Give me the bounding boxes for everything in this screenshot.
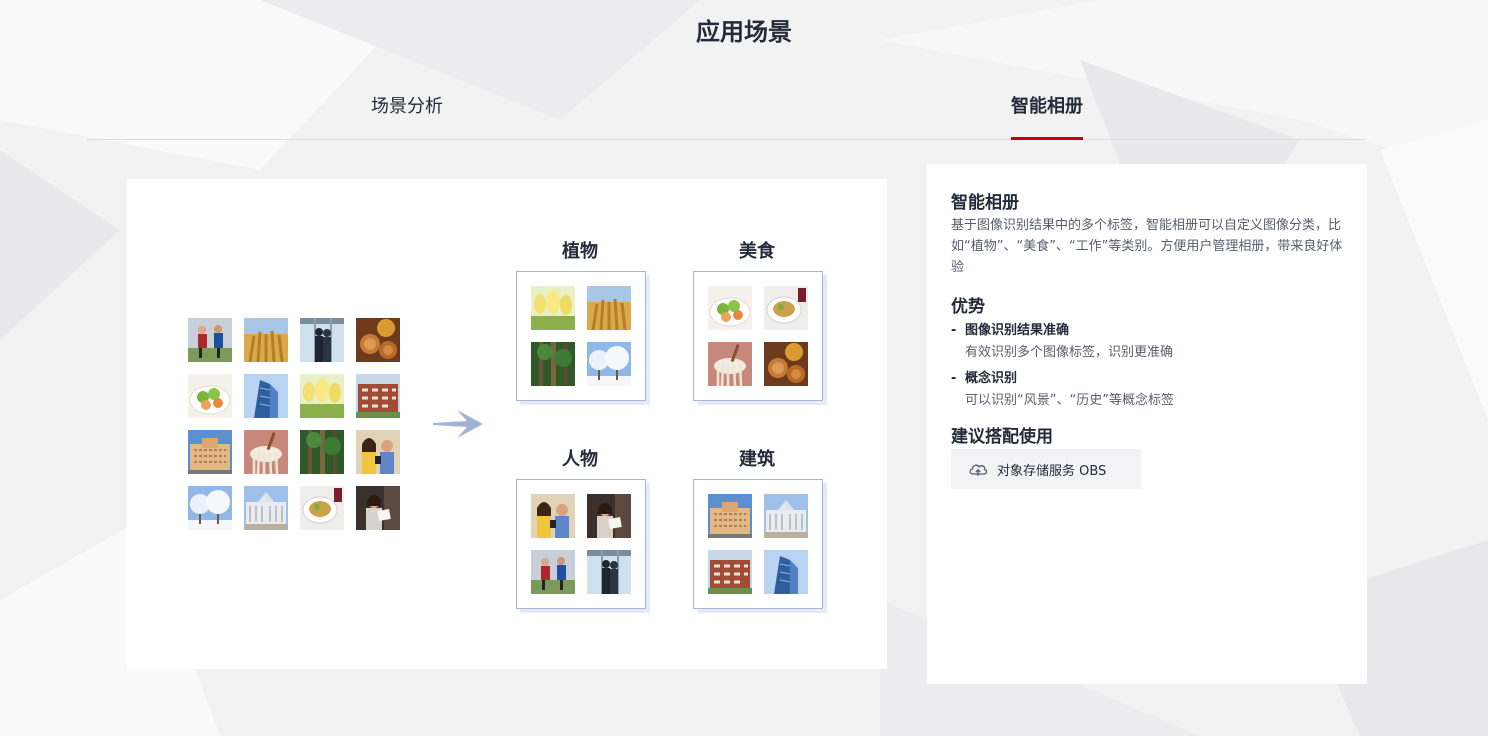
photo-thumbnail <box>356 486 400 530</box>
photo-thumbnail <box>356 318 400 362</box>
product-label: 对象存储服务 OBS <box>997 463 1107 479</box>
category-people <box>516 479 646 609</box>
photo-thumbnail <box>244 318 288 362</box>
detail-panel: 智能相册 基于图像识别结果中的多个标签，智能相册可以自定义图像分类，比如“植物”… <box>927 164 1367 684</box>
advantage-desc: 有效识别多个图像标签，识别更准确 <box>965 345 1174 360</box>
photo-thumbnail <box>188 430 232 474</box>
photo-thumbnail <box>300 318 344 362</box>
tab-smart-album[interactable]: 智能相册 <box>1011 84 1083 140</box>
photo-thumbnail <box>587 550 631 594</box>
photo-thumbnail <box>244 486 288 530</box>
arrow-right-icon <box>433 410 483 438</box>
photo-thumbnail <box>587 286 631 330</box>
photo-thumbnail <box>587 494 631 538</box>
photo-thumbnail <box>188 318 232 362</box>
photo-thumbnail <box>244 374 288 418</box>
photo-thumbnail <box>300 486 344 530</box>
photo-thumbnail <box>764 494 808 538</box>
dash-icon: - <box>951 323 957 338</box>
photo-thumbnail <box>531 286 575 330</box>
tab-scene-analysis[interactable]: 场景分析 <box>371 84 443 139</box>
advantage-title-text: 图像识别结果准确 <box>965 323 1070 338</box>
photo-thumbnail <box>356 430 400 474</box>
product-obs-button[interactable]: 对象存储服务 OBS <box>951 449 1141 489</box>
advantage-title: - 图像识别结果准确 <box>951 319 1069 338</box>
photo-thumbnail <box>708 494 752 538</box>
section-title: 应用场景 <box>696 18 792 46</box>
panel-title: 智能相册 <box>951 193 1019 213</box>
scenario-tabs: 场景分析 智能相册 <box>87 84 1366 140</box>
advantages-title: 优势 <box>951 297 985 317</box>
category-title: 建筑 <box>739 449 775 470</box>
photo-thumbnail <box>300 374 344 418</box>
photo-thumbnail <box>587 342 631 386</box>
cloud-upload-icon <box>969 464 988 476</box>
category-title: 植物 <box>562 241 598 262</box>
category-plants <box>516 271 646 401</box>
photo-thumbnail <box>188 374 232 418</box>
category-title: 美食 <box>739 241 775 262</box>
advantage-title: - 概念识别 <box>951 367 1017 386</box>
advantage-desc: 可以识别“风景”、“历史”等概念标签 <box>965 393 1174 408</box>
recommend-title: 建议搭配使用 <box>951 427 1053 447</box>
smart-album-diagram: 植物 美食人物 建筑 <box>127 179 887 669</box>
photo-thumbnail <box>531 494 575 538</box>
photo-thumbnail <box>356 374 400 418</box>
photo-thumbnail <box>244 430 288 474</box>
advantage-title-text: 概念识别 <box>965 371 1018 386</box>
photo-thumbnail <box>708 286 752 330</box>
category-food <box>693 271 823 401</box>
photo-thumbnail <box>188 486 232 530</box>
photo-thumbnail <box>708 342 752 386</box>
photo-thumbnail <box>764 342 808 386</box>
photo-thumbnail <box>764 550 808 594</box>
dash-icon: - <box>951 371 957 386</box>
category-buildings <box>693 479 823 609</box>
panel-description: 基于图像识别结果中的多个标签，智能相册可以自定义图像分类，比如“植物”、“美食”… <box>951 218 1343 275</box>
photo-thumbnail <box>531 550 575 594</box>
photo-thumbnail <box>300 430 344 474</box>
photo-thumbnail <box>764 286 808 330</box>
category-title: 人物 <box>562 449 598 470</box>
photo-thumbnail <box>708 550 752 594</box>
photo-thumbnail <box>531 342 575 386</box>
